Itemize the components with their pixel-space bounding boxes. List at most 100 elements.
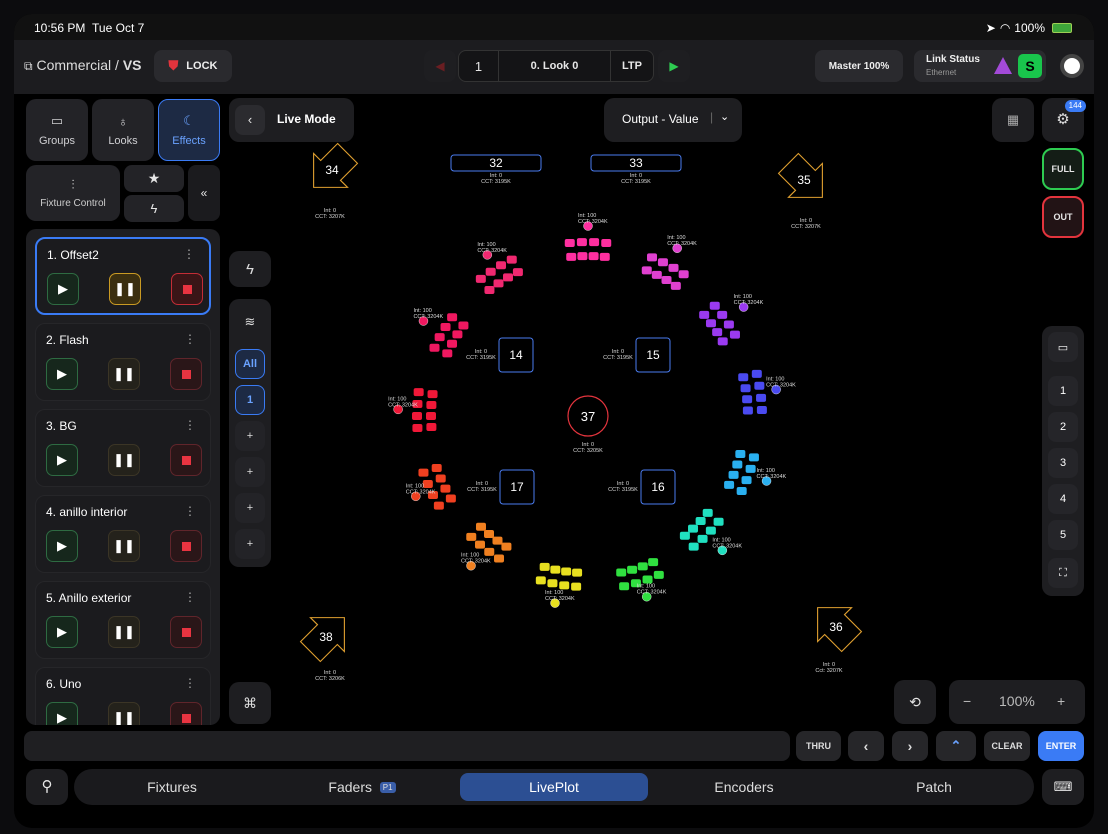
rotate-button[interactable]: ⟲ [894, 680, 936, 724]
fixture-box[interactable] [450, 154, 542, 172]
next-button[interactable]: › [892, 731, 928, 761]
effect-item[interactable]: 1. Offset2 ⋮ ▶ ❚❚ [35, 237, 211, 315]
fixture-marker[interactable] [484, 547, 495, 556]
fixture-marker[interactable] [705, 526, 716, 535]
effect-stop-button[interactable] [171, 273, 203, 305]
arrow-fixture[interactable] [293, 601, 361, 669]
tab-faders[interactable]: Faders P1 [268, 773, 456, 801]
fixture-marker[interactable] [550, 565, 561, 574]
fixture-marker[interactable] [412, 412, 422, 421]
fixture-marker[interactable] [713, 517, 724, 526]
fit-view-icon[interactable]: ⛶ [1048, 558, 1078, 588]
settings-button[interactable]: ⚙ 144 [1042, 98, 1086, 142]
fixture-marker[interactable] [599, 252, 610, 261]
command-icon[interactable]: ⌘ [235, 688, 265, 718]
center-fixture[interactable] [567, 395, 609, 437]
highlight-button[interactable]: ⌃ [936, 731, 976, 761]
joystick-button[interactable]: ⚲ [26, 769, 68, 805]
more-icon[interactable]: ⋮ [184, 418, 196, 432]
fixture-marker[interactable] [572, 568, 583, 577]
fixture-marker[interactable] [492, 536, 503, 545]
effect-item[interactable]: 6. Uno ⋮ ▶ ❚❚ [35, 667, 211, 725]
effect-stop-button[interactable] [170, 702, 202, 725]
fixture-marker[interactable] [648, 558, 659, 567]
network-globe-icon[interactable] [1060, 54, 1084, 78]
fixture-marker[interactable] [440, 484, 451, 493]
fixture-marker[interactable] [679, 531, 690, 540]
fixture-marker[interactable] [738, 373, 749, 382]
fixture-marker[interactable] [427, 491, 438, 500]
effect-stop-button[interactable] [170, 444, 202, 476]
fixture-marker[interactable] [756, 393, 767, 402]
effect-stop-button[interactable] [170, 616, 202, 648]
fixture-control-button[interactable]: ⫶ Fixture Control [26, 165, 120, 221]
fixture-box[interactable] [635, 337, 671, 373]
fixture-marker[interactable] [547, 579, 558, 588]
fixture-marker[interactable] [717, 545, 728, 556]
fixture-box[interactable] [640, 469, 676, 505]
fixture-marker[interactable] [740, 384, 751, 393]
prev-button[interactable]: ‹ [848, 731, 884, 761]
fixture-marker[interactable] [493, 279, 504, 288]
fixture-marker[interactable] [483, 529, 494, 538]
fixture-marker[interactable] [668, 263, 679, 272]
fixture-marker[interactable] [445, 494, 456, 503]
favorites-button[interactable]: ★ [124, 165, 184, 192]
effect-play-button[interactable]: ▶ [46, 530, 78, 562]
lock-button[interactable]: ⛊ LOCK [154, 50, 232, 82]
fixture-marker[interactable] [431, 464, 442, 473]
fixture-box[interactable] [590, 154, 682, 172]
bolt-icon[interactable]: ϟ [235, 254, 265, 284]
fixture-marker[interactable] [670, 281, 681, 290]
effect-item[interactable]: 3. BG ⋮ ▶ ❚❚ [35, 409, 211, 487]
fixture-marker[interactable] [496, 261, 507, 270]
fixture-marker[interactable] [742, 406, 753, 415]
zoom-out-button[interactable]: − [963, 693, 971, 709]
fixture-marker[interactable] [688, 524, 699, 533]
more-icon[interactable]: ⋮ [183, 247, 195, 261]
fixture-marker[interactable] [745, 464, 756, 473]
fixture-marker[interactable] [616, 568, 627, 577]
fixture-marker[interactable] [433, 501, 444, 510]
add-layer-button[interactable]: + [235, 421, 265, 451]
effect-play-button[interactable]: ▶ [46, 358, 78, 390]
fixture-marker[interactable] [688, 542, 699, 551]
preset-3-button[interactable]: 3 [1048, 448, 1078, 478]
fixture-marker[interactable] [642, 592, 652, 602]
layers-icon[interactable]: ≋ [235, 307, 265, 337]
fixture-marker[interactable] [653, 570, 664, 579]
flash-button[interactable]: ϟ [124, 195, 184, 222]
fixture-marker[interactable] [577, 252, 588, 261]
fixture-marker[interactable] [741, 476, 752, 485]
more-icon[interactable]: ⋮ [184, 504, 196, 518]
fixture-marker[interactable] [601, 238, 612, 247]
fixture-marker[interactable] [630, 579, 641, 588]
fixture-marker[interactable] [738, 302, 749, 312]
effect-play-button[interactable]: ▶ [47, 273, 79, 305]
fixture-marker[interactable] [535, 576, 546, 585]
cue-display[interactable]: 1 0. Look 0 LTP [458, 50, 654, 82]
fixture-marker[interactable] [589, 238, 600, 247]
fixture-marker[interactable] [712, 328, 723, 337]
effect-pause-button[interactable]: ❚❚ [108, 358, 140, 390]
fixture-marker[interactable] [702, 508, 713, 517]
tab-effects[interactable]: ☾ Effects [158, 99, 220, 161]
fixture-marker[interactable] [566, 252, 577, 261]
fixture-marker[interactable] [482, 250, 493, 260]
prev-cue-button[interactable]: ◀ [424, 50, 456, 82]
fixture-marker[interactable] [637, 562, 648, 571]
back-button[interactable]: ‹ [235, 105, 265, 135]
effect-item[interactable]: 5. Anillo exterior ⋮ ▶ ❚❚ [35, 581, 211, 659]
fixture-marker[interactable] [564, 238, 575, 247]
layer-all-button[interactable]: All [235, 349, 265, 379]
effect-item[interactable]: 2. Flash ⋮ ▶ ❚❚ [35, 323, 211, 401]
fixture-marker[interactable] [440, 322, 451, 331]
fixture-marker[interactable] [418, 468, 429, 477]
fixture-marker[interactable] [393, 404, 403, 415]
fixture-marker[interactable] [413, 388, 424, 397]
effect-stop-button[interactable] [170, 358, 202, 390]
fixture-marker[interactable] [442, 349, 453, 358]
fixture-marker[interactable] [756, 405, 767, 414]
fixture-marker[interactable] [550, 598, 560, 608]
fixture-marker[interactable] [678, 270, 689, 279]
